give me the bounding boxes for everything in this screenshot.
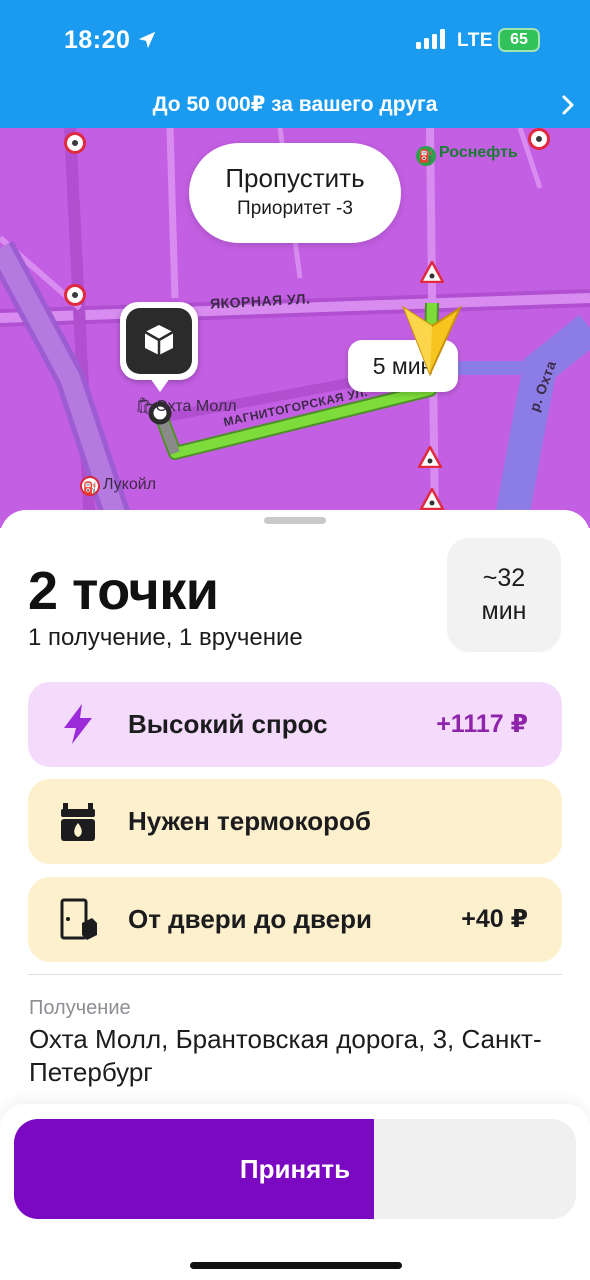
poi-label: Охта Молл [155,398,237,415]
pickup-marker-tail [150,378,170,392]
pickup-marker[interactable] [120,302,198,380]
sheet-grabber[interactable] [264,517,326,524]
status-time: 18:20 [64,26,131,54]
fuel-station-icon: ⛽ [80,476,100,496]
door-to-door-card: От двери до двери +40 ₽ [28,877,562,962]
promo-banner[interactable]: До 50 000₽ за вашего друга [0,82,590,128]
signal-icon [416,29,445,49]
feature-label: От двери до двери [128,904,372,934]
order-title: 2 точки [28,561,219,621]
door-icon [60,898,97,940]
navigation-arrow-icon [401,305,463,377]
accept-footer: Принять [0,1104,590,1280]
order-subtitle: 1 получение, 1 вручение [28,624,303,651]
divider [28,974,562,975]
map-view[interactable]: ЯКОРНАЯ УЛ. МАГНИТОГОРСКАЯ УЛ. р. Охта ⛽… [0,128,590,528]
promo-text: До 50 000₽ за вашего друга [152,93,438,116]
skip-order-button[interactable]: Пропустить Приоритет -3 [189,143,401,243]
poi-label: Роснефть [439,144,518,161]
high-demand-card: Высокий спрос +1117 ₽ [28,682,562,767]
feature-label: Нужен термокороб [128,806,371,836]
road-works-icon [420,261,444,283]
battery-icon: 65 [498,28,540,52]
feature-bonus: +40 ₽ [461,905,528,933]
package-icon [126,308,192,374]
feature-label: Высокий спрос [128,709,328,739]
estimated-time: ~32 мин [447,538,561,652]
accept-label: Принять [239,1154,351,1184]
shopping-bag-icon: 🛍 [135,398,156,415]
speed-camera-icon [64,132,86,154]
home-indicator [190,1262,402,1269]
network-type: LTE [457,30,493,51]
thermo-box-card: Нужен термокороб [28,779,562,864]
speed-camera-icon [64,284,86,306]
estimated-time-unit: мин [481,597,527,625]
top-bar: 18:20 LTE 65 До 50 000₽ за вашего друга [0,0,590,130]
chevron-right-icon[interactable] [556,93,580,117]
location-arrow-icon [138,31,156,49]
speed-camera-icon [528,128,550,150]
thermo-box-icon [61,803,95,841]
skip-priority: Приоритет -3 [237,198,353,219]
poi-rosneft[interactable]: ⛽ Роснефть [416,144,518,166]
poi-lukoil[interactable]: ⛽ Лукойл [80,476,156,496]
poi-label: Лукойл [103,476,157,493]
accept-button[interactable]: Принять [14,1119,576,1219]
fuel-station-icon: ⛽ [416,146,436,166]
lightning-icon [64,704,92,744]
pickup-caption: Получение [29,997,131,1019]
poi-okhta-mall[interactable]: 🛍Охта Молл [135,396,237,416]
feature-bonus: +1117 ₽ [436,710,528,738]
status-bar: 18:20 LTE 65 [0,0,590,80]
road-works-icon [418,446,442,468]
estimated-time-value: ~32 [482,564,526,592]
road-works-icon [420,488,444,510]
skip-title: Пропустить [225,163,365,193]
pickup-address: Охта Молл, Брантовская дорога, 3, Санкт-… [29,1024,542,1087]
